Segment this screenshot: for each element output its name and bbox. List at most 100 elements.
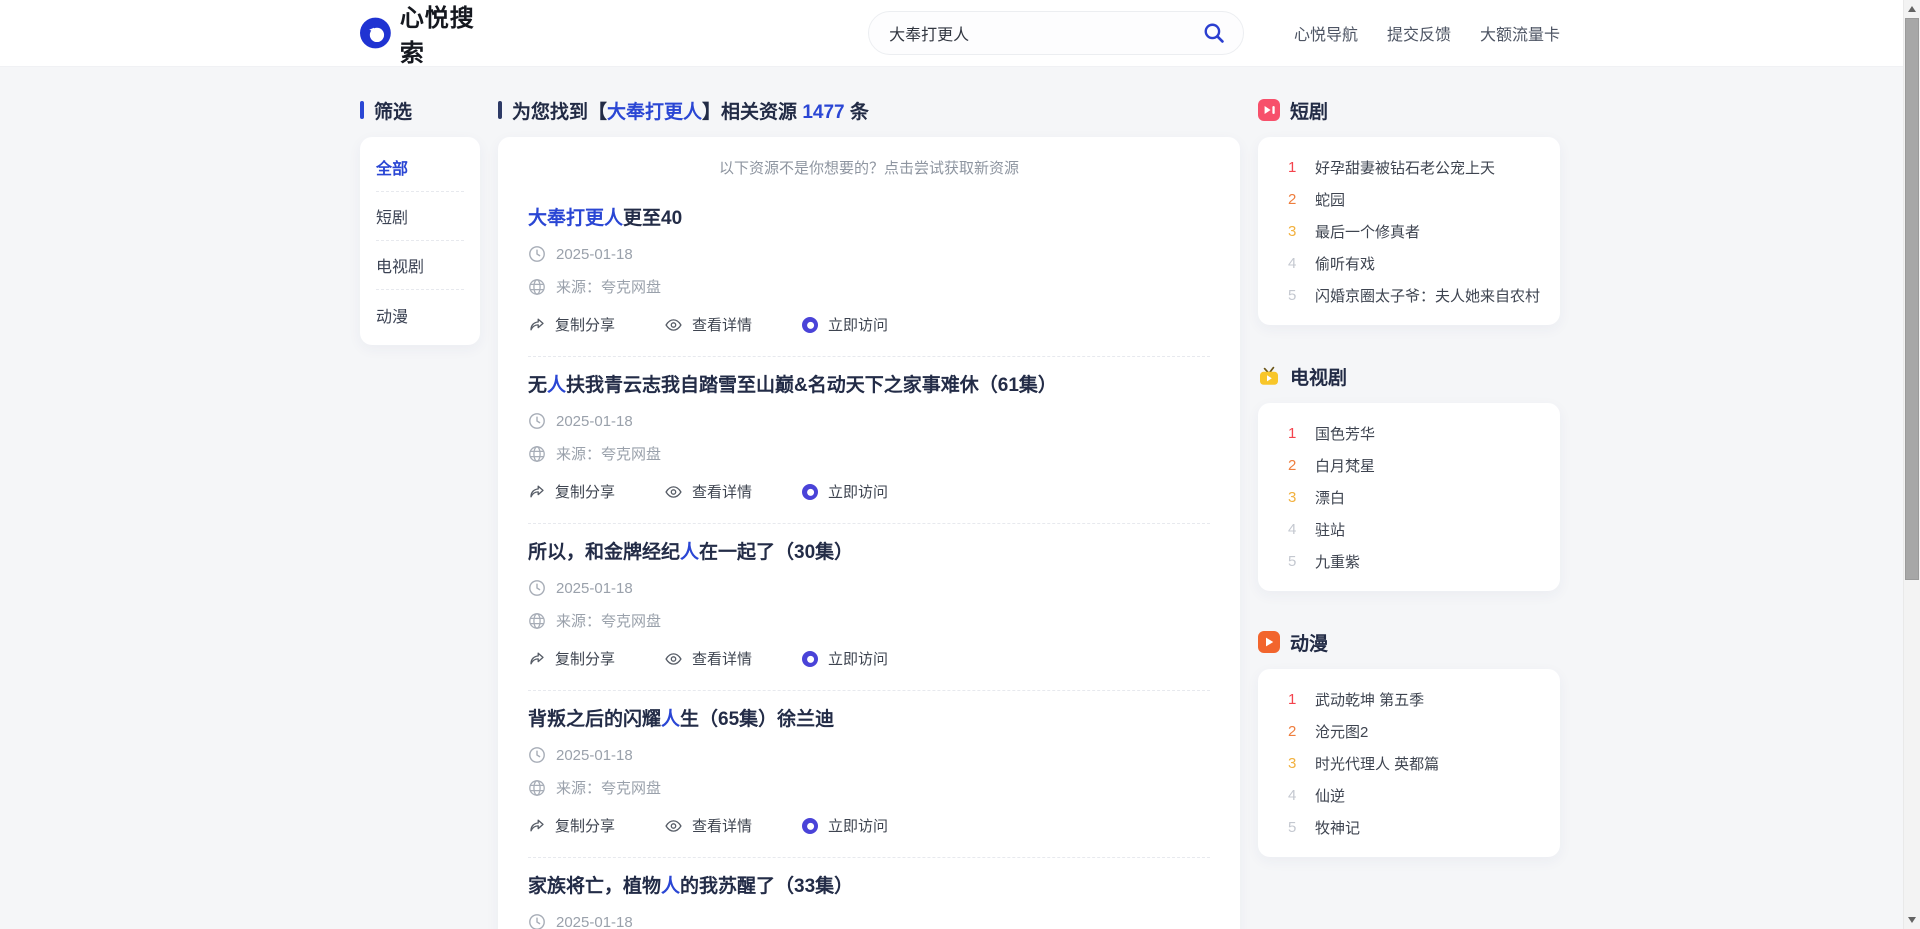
clock-icon: [528, 412, 546, 430]
action-label: 查看详情: [692, 314, 752, 335]
ranking-item[interactable]: 5九重紫: [1288, 545, 1548, 577]
filter-item[interactable]: 动漫: [376, 290, 464, 339]
globe-icon: [528, 612, 546, 630]
copy-share-button[interactable]: 复制分享: [528, 648, 615, 669]
result-item: 大奉打更人更至40 2025-01-18 来源：夸克网盘复制分享 查看详情 立即访问: [528, 190, 1210, 357]
scrollbar-thumb[interactable]: [1905, 18, 1919, 580]
view-details-button[interactable]: 查看详情: [664, 648, 752, 669]
result-date-row: 2025-01-18: [528, 245, 1210, 263]
view-details-button[interactable]: 查看详情: [664, 314, 752, 335]
filter-item[interactable]: 电视剧: [376, 241, 464, 290]
ranking-item[interactable]: 3漂白: [1288, 481, 1548, 513]
rank-number: 4: [1288, 521, 1315, 538]
ranking-item[interactable]: 1国色芳华: [1288, 417, 1548, 449]
ranking-card-short-drama: 1好孕甜妻被钻石老公宠上天2蛇园3最后一个修真者4偷听有戏5闪婚京圈太子爷：夫人…: [1258, 137, 1560, 325]
ranking-card-anime: 1武动乾坤 第五季2沧元图23时光代理人 英都篇4仙逆5牧神记: [1258, 669, 1560, 857]
result-item: 无人扶我青云志我自踏雪至山巅&名动天下之家事难休（61集） 2025-01-18 来…: [528, 357, 1210, 524]
results-accent-bar: [498, 101, 502, 119]
filter-item[interactable]: 短剧: [376, 192, 464, 241]
result-date: 2025-01-18: [556, 914, 633, 929]
view-details-button[interactable]: 查看详情: [664, 815, 752, 836]
globe-icon: [528, 278, 546, 296]
visit-now-button[interactable]: 立即访问: [801, 314, 888, 335]
visit-now-button[interactable]: 立即访问: [801, 815, 888, 836]
scrollbar[interactable]: [1903, 0, 1920, 929]
ranking-item[interactable]: 4仙逆: [1288, 779, 1548, 811]
result-title[interactable]: 背叛之后的闪耀人生（65集）徐兰迪: [528, 707, 1210, 733]
visit-icon: [801, 817, 819, 835]
action-label: 复制分享: [555, 481, 615, 502]
ranking-item[interactable]: 2沧元图2: [1288, 715, 1548, 747]
title-text: 所以，和金牌经纪: [528, 542, 680, 563]
title-text: 家族将亡，植物: [528, 876, 661, 897]
result-date-row: 2025-01-18: [528, 412, 1210, 430]
share-icon: [528, 650, 546, 668]
rank-number: 3: [1288, 489, 1315, 506]
rank-number: 5: [1288, 287, 1315, 304]
clock-icon: [528, 245, 546, 263]
action-label: 查看详情: [692, 648, 752, 669]
logo-icon: [360, 17, 391, 49]
rank-title: 国色芳华: [1315, 423, 1375, 444]
result-source: 来源：夸克网盘: [556, 276, 661, 297]
ranking-item[interactable]: 5闪婚京圈太子爷：夫人她来自农村: [1288, 279, 1548, 311]
visit-now-button[interactable]: 立即访问: [801, 648, 888, 669]
rank-title: 最后一个修真者: [1315, 221, 1420, 242]
nav-link-xinyue-nav[interactable]: 心悦导航: [1294, 21, 1358, 45]
results-card: 以下资源不是你想要的？点击尝试获取新资源 大奉打更人更至40 2025-01-18…: [498, 137, 1240, 929]
result-source-row: 来源：夸克网盘: [528, 610, 1210, 631]
title-text: 扶我青云志我自踏雪至山巅&名动天下之家事难休（61集）: [566, 375, 1057, 396]
result-date: 2025-01-18: [556, 747, 633, 764]
copy-share-button[interactable]: 复制分享: [528, 815, 615, 836]
rank-number: 3: [1288, 755, 1315, 772]
rank-title: 武动乾坤 第五季: [1315, 689, 1424, 710]
search-input[interactable]: [889, 24, 1201, 42]
result-title[interactable]: 大奉打更人更至40: [528, 206, 1210, 232]
share-icon: [528, 316, 546, 334]
result-title[interactable]: 所以，和金牌经纪人在一起了（30集）: [528, 540, 1210, 566]
results-heading-text: 为您找到【大奉打更人】相关资源 1477 条: [512, 97, 869, 124]
rank-number: 2: [1288, 457, 1315, 474]
refresh-resources-link[interactable]: 以下资源不是你想要的？点击尝试获取新资源: [528, 157, 1210, 178]
results-heading: 为您找到【大奉打更人】相关资源 1477 条: [498, 97, 1240, 123]
ranking-item[interactable]: 3时光代理人 英都篇: [1288, 747, 1548, 779]
nav-link-data-card[interactable]: 大额流量卡: [1480, 21, 1560, 45]
copy-share-button[interactable]: 复制分享: [528, 481, 615, 502]
rank-title: 漂白: [1315, 487, 1345, 508]
view-details-button[interactable]: 查看详情: [664, 481, 752, 502]
action-label: 复制分享: [555, 648, 615, 669]
ranking-item[interactable]: 5牧神记: [1288, 811, 1548, 843]
visit-now-button[interactable]: 立即访问: [801, 481, 888, 502]
ranking-card-tv-series: 1国色芳华2白月梵星3漂白4驻站5九重紫: [1258, 403, 1560, 591]
ranking-item[interactable]: 1武动乾坤 第五季: [1288, 683, 1548, 715]
ranking-item[interactable]: 4驻站: [1288, 513, 1548, 545]
search-icon: [1202, 21, 1227, 46]
ranking-item[interactable]: 2蛇园: [1288, 183, 1548, 215]
result-actions: 复制分享 查看详情 立即访问: [528, 648, 1210, 669]
search-button[interactable]: [1201, 19, 1229, 47]
clock-icon: [528, 746, 546, 764]
ranking-item[interactable]: 4偷听有戏: [1288, 247, 1548, 279]
scrollbar-down-arrow[interactable]: [1904, 911, 1920, 929]
filter-card: 全部短剧电视剧动漫: [360, 137, 480, 345]
scrollbar-up-arrow[interactable]: [1904, 0, 1920, 18]
result-source: 来源：夸克网盘: [556, 443, 661, 464]
filter-item[interactable]: 全部: [376, 143, 464, 192]
ranking-item[interactable]: 2白月梵星: [1288, 449, 1548, 481]
result-date-row: 2025-01-18: [528, 579, 1210, 597]
title-text: 更至40: [623, 208, 682, 229]
ranking-item[interactable]: 3最后一个修真者: [1288, 215, 1548, 247]
eye-icon: [664, 316, 683, 334]
action-label: 立即访问: [828, 648, 888, 669]
ranking-item[interactable]: 1好孕甜妻被钻石老公宠上天: [1288, 151, 1548, 183]
copy-share-button[interactable]: 复制分享: [528, 314, 615, 335]
nav-link-feedback[interactable]: 提交反馈: [1387, 21, 1451, 45]
rank-number: 1: [1288, 159, 1315, 176]
result-date: 2025-01-18: [556, 246, 633, 263]
rank-title: 仙逆: [1315, 785, 1345, 806]
app-logo[interactable]: 心悦搜索: [360, 0, 496, 68]
share-icon: [528, 483, 546, 501]
result-title[interactable]: 家族将亡，植物人的我苏醒了（33集）: [528, 874, 1210, 900]
result-title[interactable]: 无人扶我青云志我自踏雪至山巅&名动天下之家事难休（61集）: [528, 373, 1210, 399]
title-text: 在一起了（30集）: [699, 542, 853, 563]
